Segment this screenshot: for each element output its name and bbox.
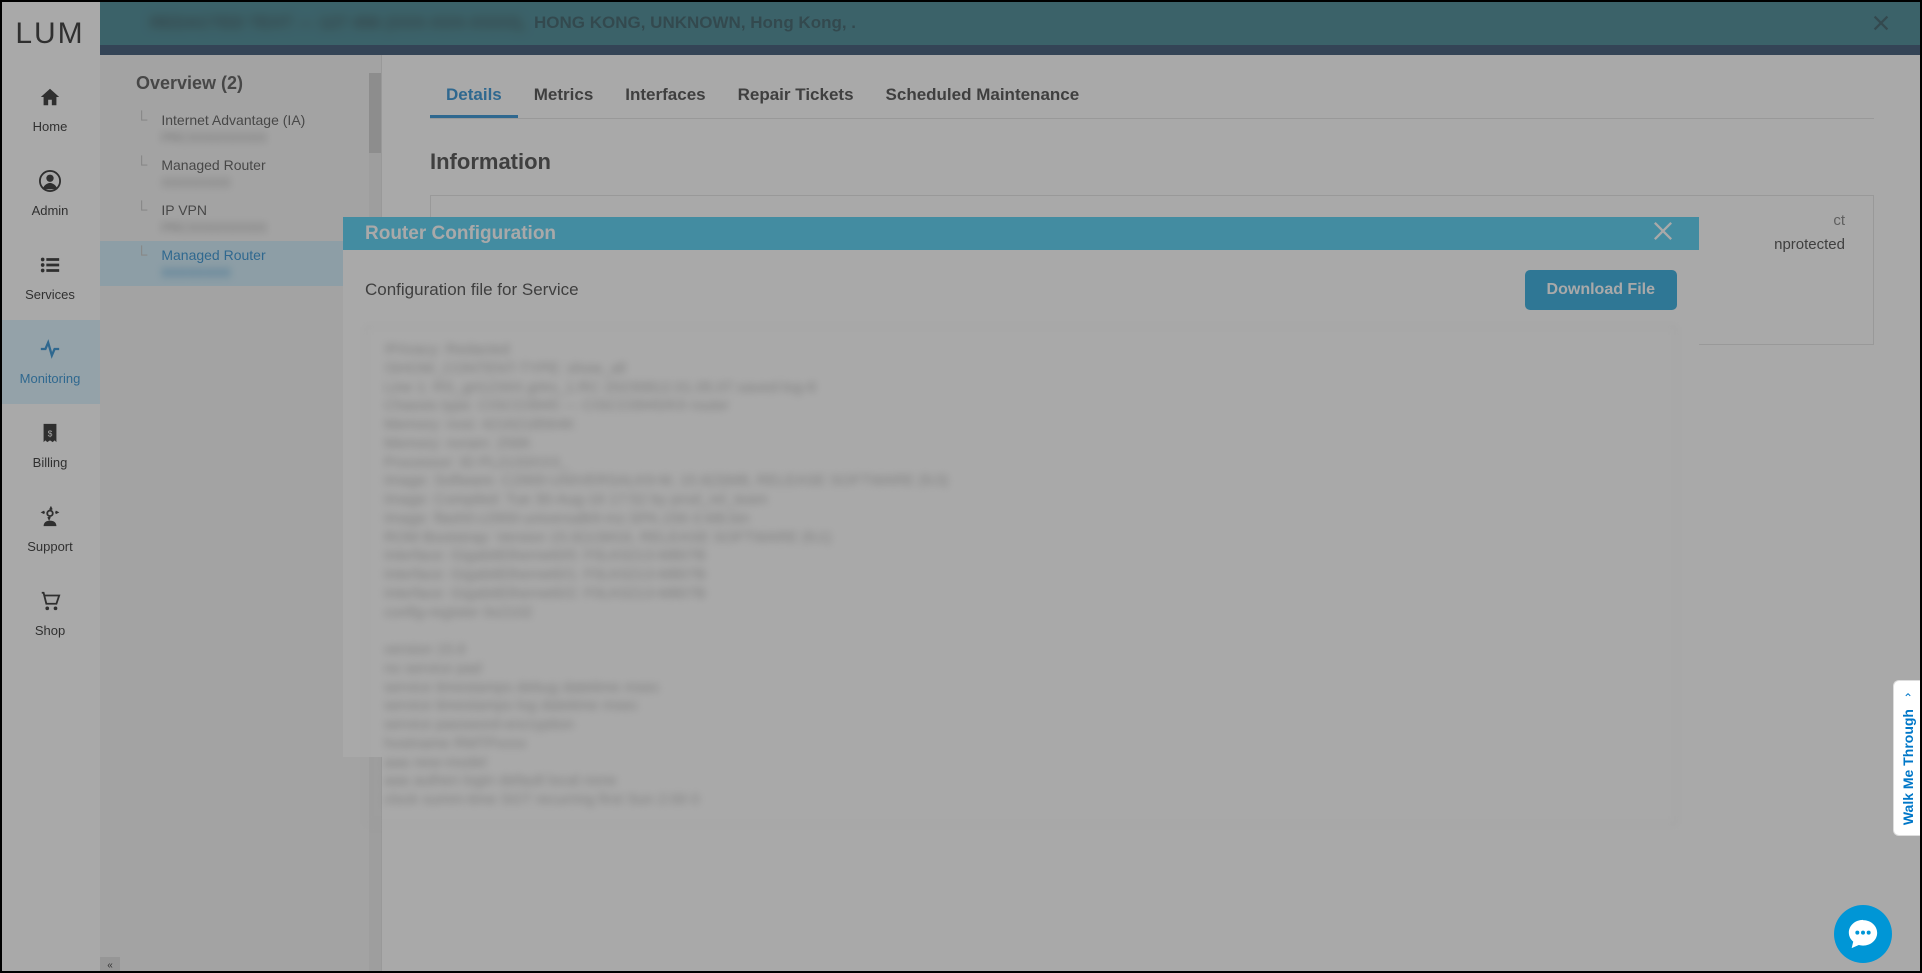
chevron-up-icon: ⌃ bbox=[1903, 691, 1913, 705]
walk-me-label: Walk Me Through bbox=[1900, 709, 1916, 825]
chat-bubble-button[interactable] bbox=[1834, 905, 1892, 963]
walk-me-through-tab[interactable]: ⌃ Walk Me Through bbox=[1893, 680, 1922, 836]
chat-icon bbox=[1846, 917, 1880, 951]
modal-overlay[interactable] bbox=[0, 0, 1922, 973]
